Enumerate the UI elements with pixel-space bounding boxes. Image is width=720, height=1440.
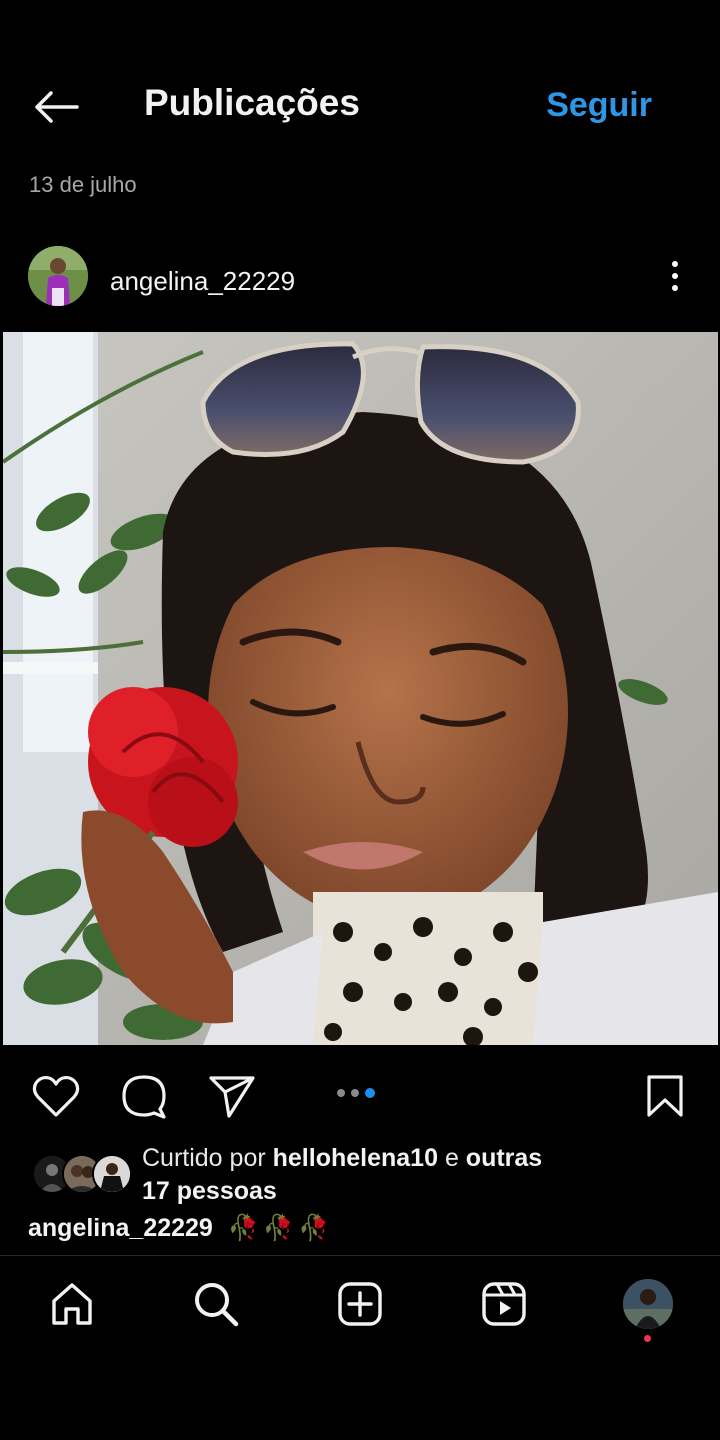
- share-button[interactable]: [207, 1072, 257, 1120]
- carousel-dot-active: [365, 1088, 375, 1098]
- reels-icon: [482, 1282, 526, 1326]
- nav-home[interactable]: [44, 1276, 100, 1332]
- caption-username[interactable]: angelina_22229: [28, 1214, 213, 1242]
- likes-summary[interactable]: Curtido por hellohelena10 e outras 17 pe…: [28, 1142, 708, 1212]
- nav-reels[interactable]: [476, 1276, 532, 1332]
- more-vertical-icon: [672, 261, 678, 267]
- save-button[interactable]: [640, 1072, 690, 1120]
- top-bar: Publicações Seguir: [0, 60, 720, 150]
- plus-square-icon: [338, 1282, 382, 1326]
- post-date: 13 de julho: [29, 172, 137, 197]
- back-button[interactable]: [28, 84, 82, 130]
- author-username[interactable]: angelina_22229: [110, 266, 295, 297]
- home-icon: [52, 1283, 92, 1325]
- profile-avatar: [623, 1279, 673, 1329]
- heart-icon: [32, 1075, 80, 1117]
- likes-text: Curtido por hellohelena10 e outras 17 pe…: [142, 1142, 612, 1208]
- likes-connector: e: [444, 1144, 459, 1172]
- page-title: Publicações: [144, 82, 360, 123]
- notification-dot: [644, 1335, 651, 1342]
- more-vertical-dot: [672, 285, 678, 291]
- likes-others-line1[interactable]: outras: [466, 1144, 542, 1172]
- liked-by-user[interactable]: hellohelena10: [273, 1144, 438, 1172]
- like-button[interactable]: [31, 1072, 81, 1120]
- send-icon: [209, 1076, 255, 1118]
- carousel-dot: [351, 1089, 359, 1097]
- follow-button[interactable]: Seguir: [546, 86, 652, 125]
- nav-profile[interactable]: [620, 1276, 676, 1332]
- nav-create[interactable]: [332, 1276, 388, 1332]
- nav-search[interactable]: [188, 1276, 244, 1332]
- bookmark-icon: [647, 1075, 683, 1117]
- caption-text: 🥀🥀🥀: [227, 1214, 334, 1242]
- post-screen: Publicações Seguir 13 de julho angelina_…: [0, 0, 720, 1440]
- post-image[interactable]: [3, 332, 718, 1045]
- likes-others-line2[interactable]: 17 pessoas: [142, 1177, 277, 1205]
- author-avatar[interactable]: [28, 246, 88, 306]
- liked-by-avatars: [32, 1154, 132, 1194]
- comment-button[interactable]: [119, 1072, 169, 1120]
- likes-prefix: Curtido por: [142, 1144, 266, 1172]
- arrow-left-icon: [35, 91, 79, 123]
- more-options-button[interactable]: [660, 256, 690, 296]
- bottom-navigation: [0, 1255, 720, 1351]
- carousel-indicator: [337, 1088, 375, 1098]
- avatar: [92, 1154, 132, 1194]
- search-icon: [195, 1283, 239, 1327]
- comment-icon: [122, 1075, 166, 1119]
- post-header: angelina_22229: [0, 240, 720, 320]
- carousel-dot: [337, 1089, 345, 1097]
- more-vertical-dot: [672, 273, 678, 279]
- post-caption: angelina_22229 🥀🥀🥀: [28, 1214, 333, 1243]
- post-actions: [0, 1062, 720, 1126]
